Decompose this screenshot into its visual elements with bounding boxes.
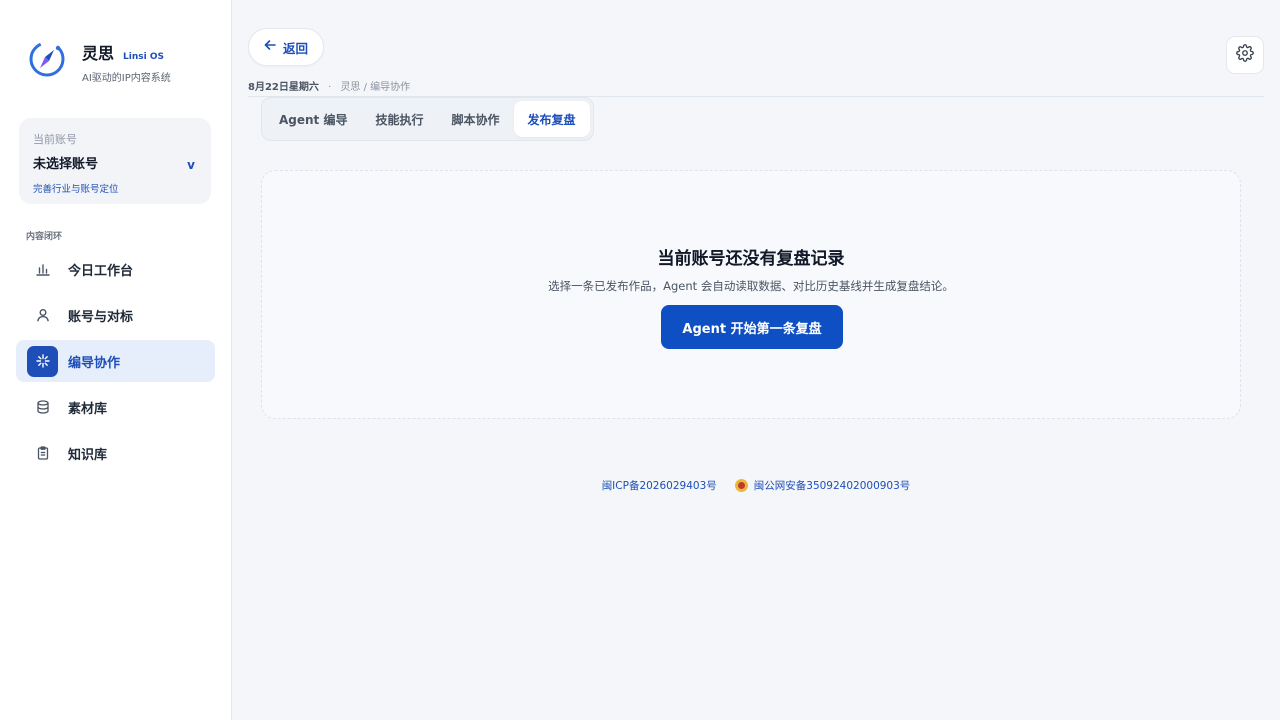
sidebar-item-accounts[interactable]: 账号与对标 [16,294,215,336]
brand-tagline: AI驱动的IP内容系统 [82,73,171,84]
sidebar-nav: 今日工作台 账号与对标 编导协作 素材库 知识库 [16,248,215,478]
police-badge-icon [734,479,748,492]
sidebar-item-label: 素材库 [68,401,108,417]
complete-profile-link[interactable]: 完善行业与账号定位 [33,181,197,195]
tab-agent-directing[interactable]: Agent 编导 [265,101,361,137]
back-button[interactable]: 返回 [248,28,324,66]
breadcrumb: 8月22日星期六 · 灵思 / 编导协作 [248,82,411,93]
sparkle-icon [27,345,58,377]
back-button-label: 返回 [282,40,308,56]
police-record[interactable]: 闽公网安备35092402000903号 [734,478,911,493]
account-name: 未选择账号 [33,157,99,172]
user-icon [27,300,58,331]
nav-section-label: 内容闭环 [26,232,63,242]
account-selector[interactable]: 当前账号 未选择账号 完善行业与账号定位 v [19,118,211,204]
settings-button[interactable] [1226,36,1264,74]
tab-skill-execution[interactable]: 技能执行 [361,101,437,137]
compass-logo-icon [28,40,66,78]
sidebar-item-knowledge[interactable]: 知识库 [16,432,215,474]
arrow-left-icon [264,39,276,55]
breadcrumb-path: 灵思 / 编导协作 [340,82,411,93]
sidebar-item-directing[interactable]: 编导协作 [16,340,215,382]
clipboard-icon [27,438,58,469]
sidebar-item-label: 知识库 [68,447,108,463]
empty-state-title: 当前账号还没有复盘记录 [657,249,845,269]
brand[interactable]: 灵思 Linsi OS AI驱动的IP内容系统 [28,40,171,84]
chevron-down-icon[interactable]: v [187,158,195,172]
sidebar-item-today-workbench[interactable]: 今日工作台 [16,248,215,290]
account-label: 当前账号 [33,133,77,146]
sidebar-item-label: 今日工作台 [68,263,134,279]
sidebar-item-label: 账号与对标 [68,309,134,325]
tab-bar: Agent 编导 技能执行 脚本协作 发布复盘 [261,97,594,141]
empty-state-card: 当前账号还没有复盘记录 选择一条已发布作品，Agent 会自动读取数据、对比历史… [261,170,1241,419]
sidebar-item-materials[interactable]: 素材库 [16,386,215,428]
brand-subtitle: Linsi OS [123,52,164,62]
footer: 闽ICP备2026029403号 闽公网安备35092402000903号 [232,478,1280,493]
police-record-link[interactable]: 闽公网安备35092402000903号 [754,478,911,493]
current-date: 8月22日星期六 [248,82,319,93]
start-first-review-button[interactable]: Agent 开始第一条复盘 [661,305,843,349]
empty-state-description: 选择一条已发布作品，Agent 会自动读取数据、对比历史基线并生成复盘结论。 [548,279,954,293]
brand-name: 灵思 [82,44,115,63]
tab-publish-review[interactable]: 发布复盘 [513,101,590,137]
sidebar-item-label: 编导协作 [68,355,121,371]
sidebar: 灵思 Linsi OS AI驱动的IP内容系统 当前账号 未选择账号 完善行业与… [0,0,232,720]
bar-chart-icon [27,254,58,285]
tab-script-collaboration[interactable]: 脚本协作 [438,101,514,137]
database-icon [27,392,58,423]
icp-link[interactable]: 闽ICP备2026029403号 [602,478,717,493]
gear-icon [1236,44,1254,66]
